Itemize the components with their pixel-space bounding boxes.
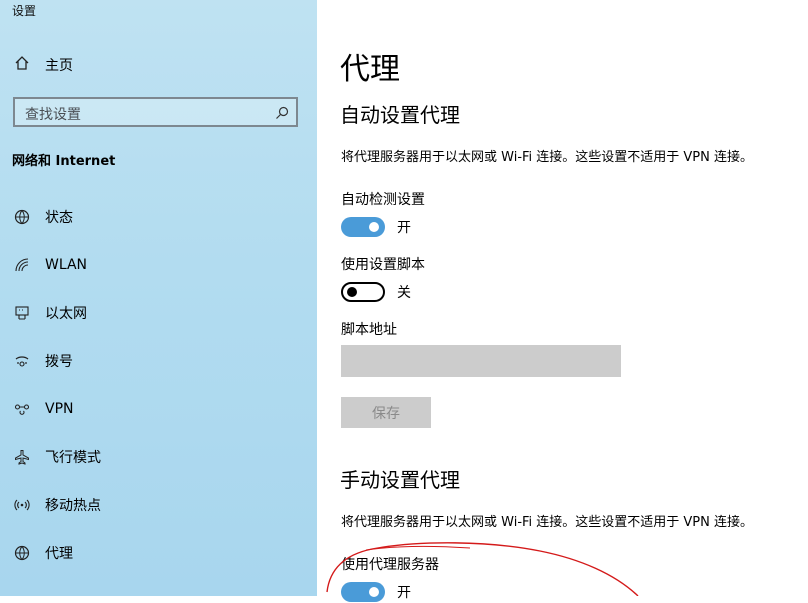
- auto-proxy-description: 将代理服务器用于以太网或 Wi-Fi 连接。这些设置不适用于 VPN 连接。: [341, 150, 754, 165]
- hotspot-icon: [12, 495, 32, 515]
- search-input[interactable]: 查找设置: [25, 104, 81, 124]
- window-title: 设置: [12, 4, 37, 18]
- search-box[interactable]: 查找设置: [13, 97, 298, 127]
- ethernet-icon: [12, 303, 32, 323]
- sidebar-item-label: 代理: [45, 546, 73, 562]
- section-title: 网络和 Internet: [12, 154, 116, 169]
- sidebar-item-airplane[interactable]: 飞行模式: [12, 445, 302, 469]
- use-proxy-row: 开: [341, 581, 411, 603]
- setup-script-row: 关: [341, 281, 411, 303]
- sidebar-item-dialup[interactable]: 拨号: [12, 349, 302, 373]
- home-nav[interactable]: 主页: [14, 55, 73, 75]
- sidebar-item-wlan[interactable]: WLAN: [12, 253, 302, 277]
- search-icon[interactable]: [275, 105, 289, 124]
- sidebar-item-hotspot[interactable]: 移动热点: [12, 493, 302, 517]
- script-address-input[interactable]: [341, 345, 621, 377]
- sidebar-item-label: VPN: [45, 401, 74, 417]
- sidebar-item-ethernet[interactable]: 以太网: [12, 301, 302, 325]
- sidebar-item-status[interactable]: 状态: [12, 205, 302, 229]
- setup-script-state: 关: [397, 285, 411, 301]
- auto-detect-row: 开: [341, 216, 411, 238]
- use-proxy-toggle[interactable]: [341, 582, 385, 602]
- setup-script-label: 使用设置脚本: [341, 257, 425, 273]
- home-icon: [14, 55, 30, 75]
- wifi-icon: [12, 255, 32, 275]
- sidebar-item-label: WLAN: [45, 257, 88, 273]
- use-proxy-label: 使用代理服务器: [341, 557, 439, 573]
- setup-script-toggle[interactable]: [341, 282, 385, 302]
- sidebar-item-proxy[interactable]: 代理: [12, 541, 302, 565]
- vpn-icon: [12, 399, 32, 419]
- auto-detect-toggle[interactable]: [341, 217, 385, 237]
- sidebar-item-label: 移动热点: [45, 498, 101, 514]
- manual-proxy-description: 将代理服务器用于以太网或 Wi-Fi 连接。这些设置不适用于 VPN 连接。: [341, 515, 754, 530]
- sidebar-item-label: 拨号: [45, 354, 73, 370]
- auto-detect-state: 开: [397, 220, 411, 236]
- globe-icon: [12, 207, 32, 227]
- save-button[interactable]: 保存: [341, 397, 431, 428]
- sidebar-item-label: 飞行模式: [45, 450, 101, 466]
- use-proxy-state: 开: [397, 585, 411, 601]
- sidebar-item-label: 以太网: [45, 306, 87, 322]
- sidebar-item-vpn[interactable]: VPN: [12, 397, 302, 421]
- manual-proxy-heading: 手动设置代理: [340, 468, 460, 492]
- auto-proxy-heading: 自动设置代理: [340, 103, 460, 127]
- page-title: 代理: [340, 52, 400, 87]
- script-address-label: 脚本地址: [341, 322, 397, 338]
- main-content: 代理 自动设置代理 将代理服务器用于以太网或 Wi-Fi 连接。这些设置不适用于…: [317, 0, 808, 602]
- sidebar: 设置 主页 查找设置 网络和 Internet 状态 WLAN 以太网 拨号 V…: [0, 0, 317, 596]
- sidebar-item-label: 状态: [45, 210, 73, 226]
- home-label: 主页: [45, 58, 73, 74]
- globe-icon: [12, 543, 32, 563]
- airplane-icon: [12, 447, 32, 467]
- dialup-icon: [12, 351, 32, 371]
- auto-detect-label: 自动检测设置: [341, 192, 425, 208]
